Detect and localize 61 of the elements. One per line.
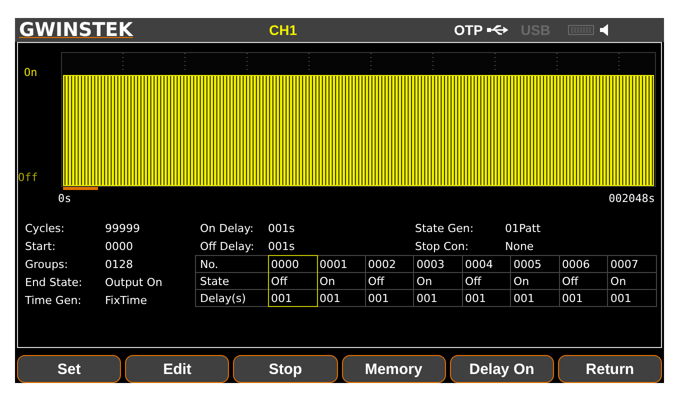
step-cell[interactable]: 001 (608, 290, 656, 306)
step-cell[interactable]: Off (559, 272, 608, 290)
step-cell[interactable]: On (414, 272, 462, 290)
step-cell[interactable]: 001 (317, 290, 366, 306)
setting-label: State Gen: (415, 222, 475, 234)
setting-label: On Delay: (200, 222, 255, 234)
setting-label: Groups: (25, 258, 69, 270)
step-cell[interactable]: 001 (559, 290, 608, 306)
step-cell[interactable]: 0005 (510, 256, 560, 272)
step-cell[interactable]: On (510, 272, 560, 290)
step-cell[interactable]: 0002 (366, 256, 414, 272)
channel-label: CH1 (269, 22, 298, 38)
step-cell[interactable]: On (317, 272, 366, 290)
setting-label: Time Gen: (25, 294, 82, 306)
row-header: No. (196, 256, 269, 272)
setting-value: FixTime (105, 294, 148, 306)
setting-label: End State: (25, 276, 84, 288)
softkey-button[interactable]: Delay On (450, 355, 554, 383)
step-cell[interactable]: 0001 (317, 256, 366, 272)
step-cell[interactable]: 0004 (462, 256, 511, 272)
axis-label: 0s (58, 192, 72, 205)
otp-indicator: OTP (454, 22, 483, 38)
softkey-button[interactable]: Return (558, 355, 662, 383)
step-cell[interactable]: 0003 (414, 256, 462, 272)
axis-label: On (24, 66, 38, 79)
step-cell[interactable]: 001 (414, 290, 462, 306)
step-cell[interactable]: Off (268, 272, 318, 290)
softkey-button[interactable]: Set (17, 355, 122, 383)
axis-label: Off (18, 171, 38, 184)
row-header: Delay(s) (196, 290, 269, 306)
step-cell[interactable]: 0007 (608, 256, 656, 272)
softkey-button[interactable]: Memory (342, 355, 446, 383)
setting-label: Off Delay: (200, 240, 256, 252)
setting-label: Stop Con: (415, 240, 470, 252)
setting-value: 99999 (105, 222, 141, 234)
setting-value: 0128 (105, 258, 134, 270)
softkey-button[interactable]: Edit (125, 355, 230, 383)
keyboard-icon (568, 25, 594, 35)
step-cell[interactable]: 001 (366, 290, 414, 306)
setting-value: 01Patt (505, 222, 542, 234)
speaker-icon (600, 24, 608, 36)
setting-value: 0000 (105, 240, 134, 252)
setting-label: Start: (25, 240, 57, 252)
brand-logo: GWINSTEK (19, 19, 134, 41)
step-cell[interactable]: On (608, 272, 656, 290)
setting-value: 001s (268, 240, 296, 252)
step-cell[interactable]: 001 (268, 290, 318, 306)
setting-value: 001s (268, 222, 296, 234)
step-cell[interactable]: 0000 (268, 256, 318, 272)
usb-icon (486, 25, 509, 35)
setting-label: Cycles: (25, 222, 66, 234)
step-cell[interactable]: 0006 (559, 256, 608, 272)
step-cell[interactable]: Off (462, 272, 511, 290)
softkey-button[interactable]: Stop (233, 355, 338, 383)
step-cell[interactable]: Off (366, 272, 414, 290)
step-cell[interactable]: 001 (462, 290, 511, 306)
setting-value: None (505, 240, 535, 252)
setting-value: Output On (105, 276, 164, 288)
row-header: State (196, 272, 269, 290)
axis-label: 002048s (608, 192, 655, 205)
step-cell[interactable]: 001 (510, 290, 560, 306)
